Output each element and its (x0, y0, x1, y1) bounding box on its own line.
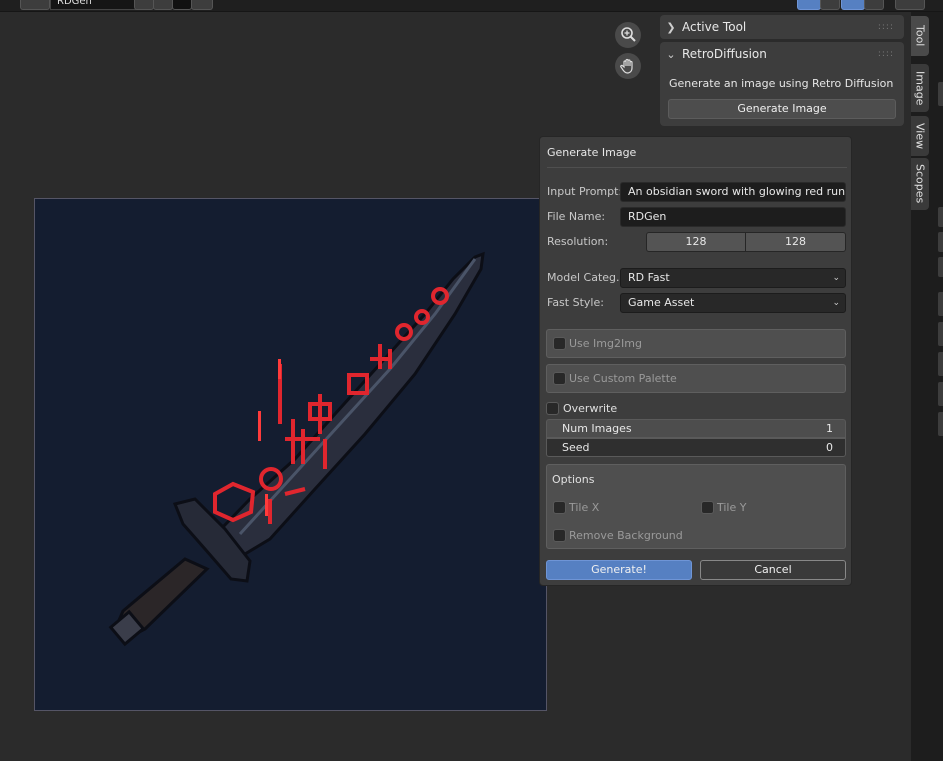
toolbar-edge (938, 322, 943, 346)
tile-x-label[interactable]: Tile X (569, 501, 599, 514)
pin-icon[interactable] (218, 0, 230, 9)
use-custom-palette-checkbox[interactable] (553, 372, 566, 385)
gizmo-dropdown-icon[interactable] (864, 0, 884, 10)
cancel-button[interactable]: Cancel (700, 560, 846, 580)
num-images-field[interactable]: Num Images 1 (546, 419, 846, 438)
retrodiffusion-description: Generate an image using Retro Diffusion (669, 77, 894, 90)
toolbar-edge (938, 232, 943, 252)
chevron-down-icon: ⌄ (832, 298, 840, 308)
hand-pan-icon[interactable] (615, 53, 641, 79)
dialog-divider (547, 167, 847, 168)
toolbar-edge (938, 82, 943, 106)
zoom-in-icon[interactable] (615, 22, 641, 48)
gizmo-icon[interactable] (841, 0, 865, 10)
use-custom-palette-box: Use Custom Palette (546, 364, 846, 393)
open-image-icon[interactable] (172, 0, 192, 10)
resolution-height-field[interactable]: 128 (745, 232, 846, 252)
new-image-icon[interactable] (153, 0, 173, 10)
seed-value: 0 (826, 441, 833, 454)
chevron-down-icon: ⌄ (666, 47, 676, 61)
remove-background-checkbox[interactable] (553, 529, 566, 542)
use-img2img-label[interactable]: Use Img2Img (569, 337, 642, 350)
generate-image-dialog: Generate Image Input Prompt: An obsidian… (539, 136, 852, 586)
resolution-label: Resolution: (547, 235, 609, 248)
model-category-value: RD Fast (628, 271, 670, 284)
image-type-dropdown[interactable] (20, 0, 50, 10)
generate-image-button[interactable]: Generate Image (668, 99, 896, 119)
use-img2img-box: Use Img2Img (546, 329, 846, 358)
toolbar-edge (938, 257, 943, 277)
tile-x-checkbox[interactable] (553, 501, 566, 514)
file-name-field[interactable]: RDGen (620, 207, 846, 227)
chevron-down-icon: ⌄ (832, 273, 840, 283)
fake-user-icon[interactable] (134, 0, 154, 10)
sword-artwork (108, 251, 485, 647)
active-tool-panel[interactable]: ❯ Active Tool :::: (660, 15, 904, 39)
active-tool-title: Active Tool (682, 20, 747, 34)
grip-icon[interactable]: :::: (878, 49, 894, 59)
num-images-value: 1 (826, 422, 833, 435)
fast-style-select[interactable]: Game Asset ⌄ (620, 293, 846, 313)
input-prompt-label: Input Prompt: (547, 185, 623, 198)
remove-background-label[interactable]: Remove Background (569, 529, 683, 542)
overlay-dropdown-icon[interactable] (895, 0, 925, 10)
toolbar-edge (938, 292, 943, 316)
grip-icon[interactable]: :::: (878, 22, 894, 32)
options-box: Options Tile X Tile Y Remove Background (546, 464, 846, 549)
resolution-width-field[interactable]: 128 (646, 232, 746, 252)
retrodiffusion-header[interactable]: ⌄ RetroDiffusion (660, 42, 904, 66)
image-name-field[interactable]: RDGen (50, 0, 140, 10)
toolbar-edge (938, 382, 943, 406)
sidebar-tabs: Tool Image View Scopes (911, 12, 943, 761)
sync-dropdown-icon[interactable] (820, 0, 840, 10)
fast-style-label: Fast Style: (547, 296, 604, 309)
retrodiffusion-panel: ⌄ RetroDiffusion :::: Generate an image … (660, 42, 904, 126)
tile-y-checkbox[interactable] (701, 501, 714, 514)
tab-view[interactable]: View (911, 116, 929, 156)
tab-tool[interactable]: Tool (911, 16, 929, 56)
use-custom-palette-label[interactable]: Use Custom Palette (569, 372, 677, 385)
input-prompt-field[interactable]: An obsidian sword with glowing red runes (620, 182, 846, 202)
dialog-title: Generate Image (547, 146, 637, 159)
seed-field[interactable]: Seed 0 (546, 438, 846, 457)
model-category-label: Model Categ... (547, 271, 627, 284)
tab-scopes[interactable]: Scopes (911, 158, 929, 210)
num-images-label: Num Images (562, 422, 632, 435)
tab-image[interactable]: Image (911, 64, 929, 112)
uv-sync-icon[interactable] (797, 0, 821, 10)
use-img2img-checkbox[interactable] (553, 337, 566, 350)
overwrite-checkbox[interactable] (546, 402, 559, 415)
chevron-right-icon: ❯ (666, 20, 676, 34)
seed-label: Seed (562, 441, 590, 454)
overwrite-label[interactable]: Overwrite (563, 402, 617, 415)
image-canvas[interactable] (34, 198, 547, 711)
model-category-select[interactable]: RD Fast ⌄ (620, 268, 846, 288)
toolbar-edge (938, 412, 943, 436)
generate-button[interactable]: Generate! (546, 560, 692, 580)
image-editor-header: RDGen (0, 0, 943, 12)
retrodiffusion-title: RetroDiffusion (682, 47, 767, 61)
fast-style-value: Game Asset (628, 296, 695, 309)
unlink-close-icon[interactable] (191, 0, 213, 10)
file-name-label: File Name: (547, 210, 606, 223)
tile-y-label[interactable]: Tile Y (717, 501, 746, 514)
options-title: Options (552, 473, 595, 486)
toolbar-edge (938, 352, 943, 376)
active-tool-header[interactable]: ❯ Active Tool (660, 15, 904, 39)
toolbar-edge (938, 207, 943, 227)
